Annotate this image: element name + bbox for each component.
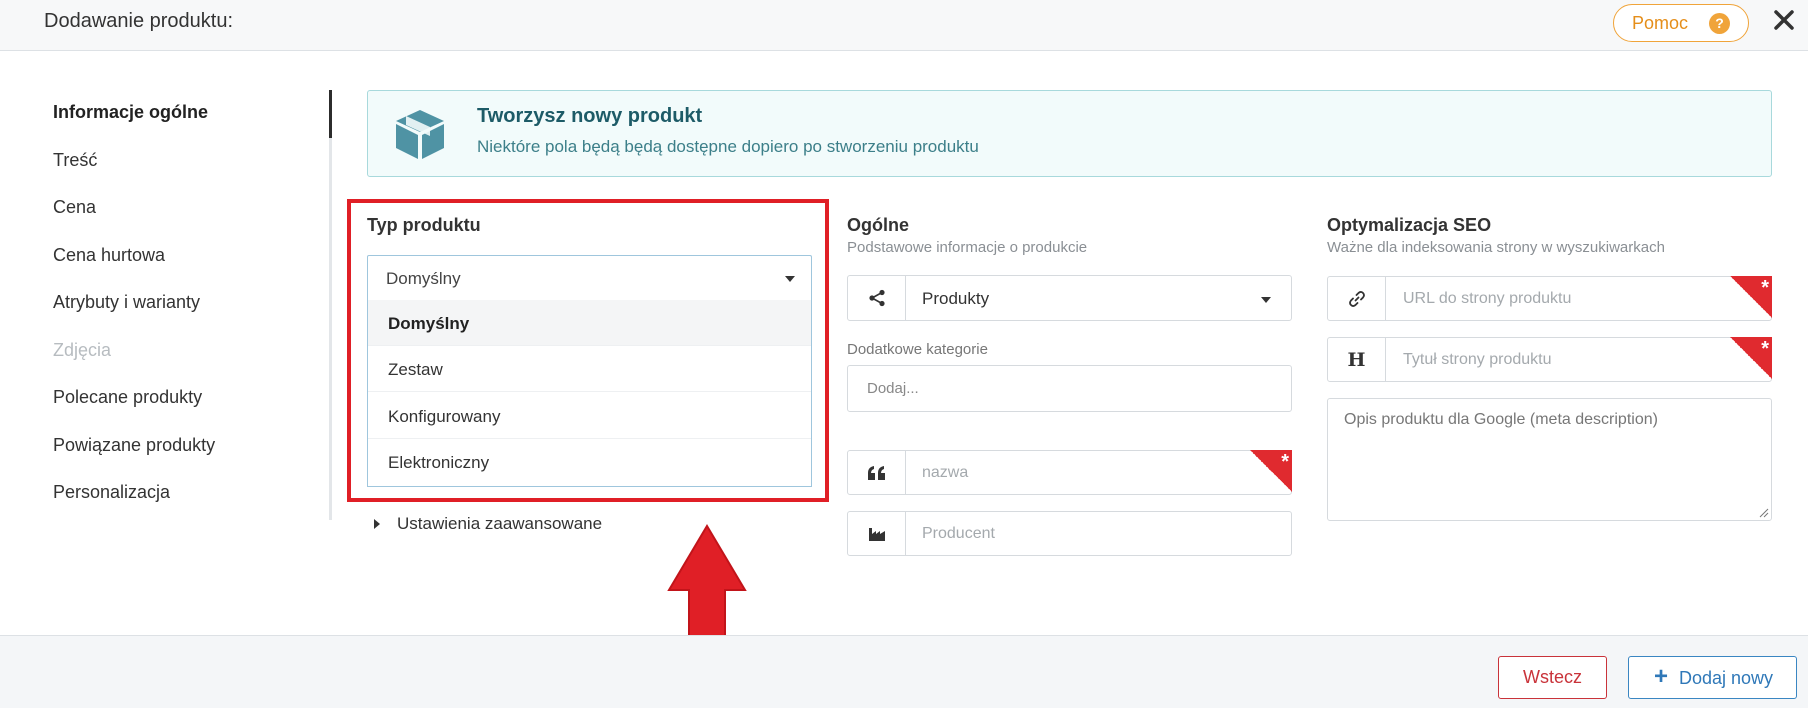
required-indicator: * (1250, 450, 1292, 492)
caret-down-icon (1261, 297, 1271, 303)
close-icon[interactable] (1772, 8, 1796, 32)
resize-grip-icon[interactable] (1759, 508, 1769, 518)
sidebar-item-price[interactable]: Cena (53, 197, 96, 218)
question-icon: ? (1709, 13, 1730, 34)
sidebar-item-photos: Zdjęcia (53, 340, 112, 360)
banner-subtitle: Niektóre pola będą będą dostępne dopiero… (477, 137, 979, 156)
general-subtitle: Podstawowe informacje o produkcie (847, 239, 1088, 256)
url-field[interactable]: URL do strony produktu * (1327, 276, 1772, 321)
box-icon (396, 110, 444, 159)
advanced-settings-toggle[interactable]: Ustawienia zaawansowane (397, 514, 602, 534)
share-icon (848, 276, 906, 320)
general-title: Ogólne (847, 215, 909, 235)
name-field[interactable]: nazwa * (847, 450, 1292, 495)
additional-categories-placeholder: Dodaj... (867, 380, 919, 397)
meta-description-textarea[interactable]: Opis produktu dla Google (meta descripti… (1327, 398, 1772, 521)
help-button[interactable]: Pomoc ? (1613, 4, 1749, 42)
sidebar-divider (329, 90, 332, 520)
sidebar-item-content[interactable]: Treść (53, 150, 97, 171)
highlight-frame (347, 199, 829, 502)
page-title-field[interactable]: H Tytuł strony produktu * (1327, 337, 1772, 382)
modal-footer: Wstecz + Dodaj nowy (0, 635, 1808, 708)
url-placeholder: URL do strony produktu (1403, 290, 1572, 307)
help-button-label: Pomoc (1632, 13, 1689, 33)
required-indicator: * (1730, 276, 1772, 318)
page-title-placeholder: Tytuł strony produktu (1403, 351, 1552, 368)
sidebar-item-general-info[interactable]: Informacje ogólne (53, 102, 208, 123)
heading-icon: H (1328, 338, 1386, 381)
back-button[interactable]: Wstecz (1498, 656, 1607, 699)
name-placeholder: nazwa (922, 464, 969, 481)
additional-categories-input[interactable]: Dodaj... (847, 365, 1292, 412)
additional-categories-label: Dodatkowe kategorie (847, 341, 988, 358)
info-banner: Tworzysz nowy produkt Niektóre pola będą… (367, 90, 1772, 177)
sidebar-item-wholesale-price[interactable]: Cena hurtowa (53, 245, 165, 266)
sidebar-item-personalization[interactable]: Personalizacja (53, 482, 170, 503)
meta-description-placeholder: Opis produktu dla Google (meta descripti… (1344, 411, 1658, 428)
seo-subtitle: Ważne dla indeksowania strony w wyszukiw… (1327, 239, 1665, 256)
sidebar-item-attributes[interactable]: Atrybuty i warianty (53, 292, 200, 313)
add-new-button[interactable]: + Dodaj nowy (1628, 656, 1797, 699)
factory-icon (848, 512, 906, 555)
sidebar-active-indicator (329, 90, 332, 138)
required-indicator: * (1730, 337, 1772, 379)
category-value: Produkty (922, 289, 990, 308)
plus-icon: + (1654, 663, 1669, 690)
link-icon (1328, 277, 1386, 320)
producer-placeholder: Producent (922, 525, 995, 542)
seo-title: Optymalizacja SEO (1327, 215, 1492, 235)
page-title: Dodawanie produktu: (44, 10, 234, 32)
sidebar-item-related[interactable]: Powiązane produkty (53, 435, 215, 456)
producer-field[interactable]: Producent (847, 511, 1292, 556)
banner-title: Tworzysz nowy produkt (477, 105, 703, 127)
add-new-label: Dodaj nowy (1679, 668, 1774, 688)
sidebar-item-recommended[interactable]: Polecane produkty (53, 387, 202, 408)
caret-right-icon (374, 519, 380, 529)
quote-icon (848, 451, 906, 494)
category-select[interactable]: Produkty (847, 275, 1292, 321)
modal-header: Dodawanie produktu: Pomoc ? (0, 0, 1808, 51)
